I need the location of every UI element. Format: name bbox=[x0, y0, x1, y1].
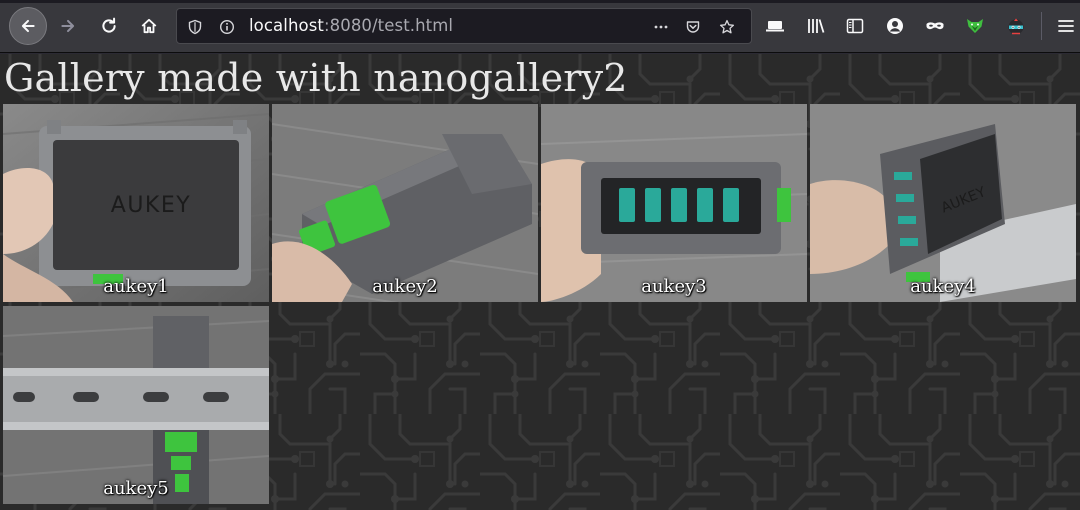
photo-aukey2 bbox=[272, 104, 538, 302]
photo-aukey4: AUKEY bbox=[810, 104, 1076, 302]
page-title: Gallery made with nanogallery2 bbox=[4, 56, 628, 100]
tab-strip bbox=[0, 0, 1080, 3]
home-icon bbox=[141, 18, 157, 34]
back-button[interactable] bbox=[9, 7, 47, 45]
tracking-shield-icon[interactable] bbox=[185, 17, 205, 37]
thumbnail-caption: aukey4 bbox=[910, 276, 976, 297]
arrow-right-icon bbox=[61, 19, 75, 33]
site-info-icon[interactable] bbox=[217, 17, 237, 37]
photo-aukey5 bbox=[3, 306, 269, 504]
gallery-thumbnail-aukey5[interactable]: aukey5 bbox=[3, 306, 269, 504]
ninja-extension-icon[interactable] bbox=[1004, 14, 1028, 38]
url-text[interactable]: localhost:8080/test.html bbox=[249, 16, 453, 35]
pocket-icon[interactable] bbox=[683, 17, 703, 37]
forward-button[interactable] bbox=[52, 10, 84, 42]
gallery-thumbnail-aukey1[interactable]: AUKEY aukey1 bbox=[3, 104, 269, 302]
gallery-thumbnail-aukey4[interactable]: AUKEY aukey4 bbox=[810, 104, 1076, 302]
url-path: :8080/test.html bbox=[323, 16, 454, 35]
sidebar-icon[interactable] bbox=[843, 14, 867, 38]
photo-aukey1: AUKEY bbox=[3, 104, 269, 302]
private-mask-icon[interactable] bbox=[923, 14, 947, 38]
fox-extension-icon[interactable] bbox=[963, 14, 987, 38]
aukey-logo-text: AUKEY bbox=[111, 193, 191, 218]
thumbnail-caption: aukey1 bbox=[103, 276, 169, 297]
arrow-left-icon bbox=[21, 19, 35, 33]
page-viewport: Gallery made with nanogallery2 AUKEY auk… bbox=[0, 54, 1080, 510]
address-bar[interactable]: localhost:8080/test.html bbox=[176, 8, 752, 44]
library-icon[interactable] bbox=[804, 14, 828, 38]
page-actions-icon[interactable] bbox=[651, 17, 671, 37]
reload-icon bbox=[102, 17, 116, 33]
downloads-shelf-icon[interactable] bbox=[763, 14, 787, 38]
gallery-thumbnail-aukey2[interactable]: aukey2 bbox=[272, 104, 538, 302]
reload-button[interactable] bbox=[93, 10, 125, 42]
gallery-thumbnail-aukey3[interactable]: aukey3 bbox=[541, 104, 807, 302]
photo-aukey3 bbox=[541, 104, 807, 302]
thumbnail-caption: aukey3 bbox=[641, 276, 707, 297]
home-button[interactable] bbox=[133, 10, 165, 42]
browser-toolbar: localhost:8080/test.html bbox=[0, 0, 1080, 53]
url-host: localhost bbox=[249, 16, 324, 35]
account-icon[interactable] bbox=[883, 14, 907, 38]
hamburger-menu-icon[interactable] bbox=[1054, 14, 1078, 38]
toolbar-divider bbox=[1041, 12, 1042, 40]
thumbnail-caption: aukey5 bbox=[103, 478, 169, 499]
bookmark-star-icon[interactable] bbox=[717, 17, 737, 37]
thumbnail-caption: aukey2 bbox=[372, 276, 438, 297]
